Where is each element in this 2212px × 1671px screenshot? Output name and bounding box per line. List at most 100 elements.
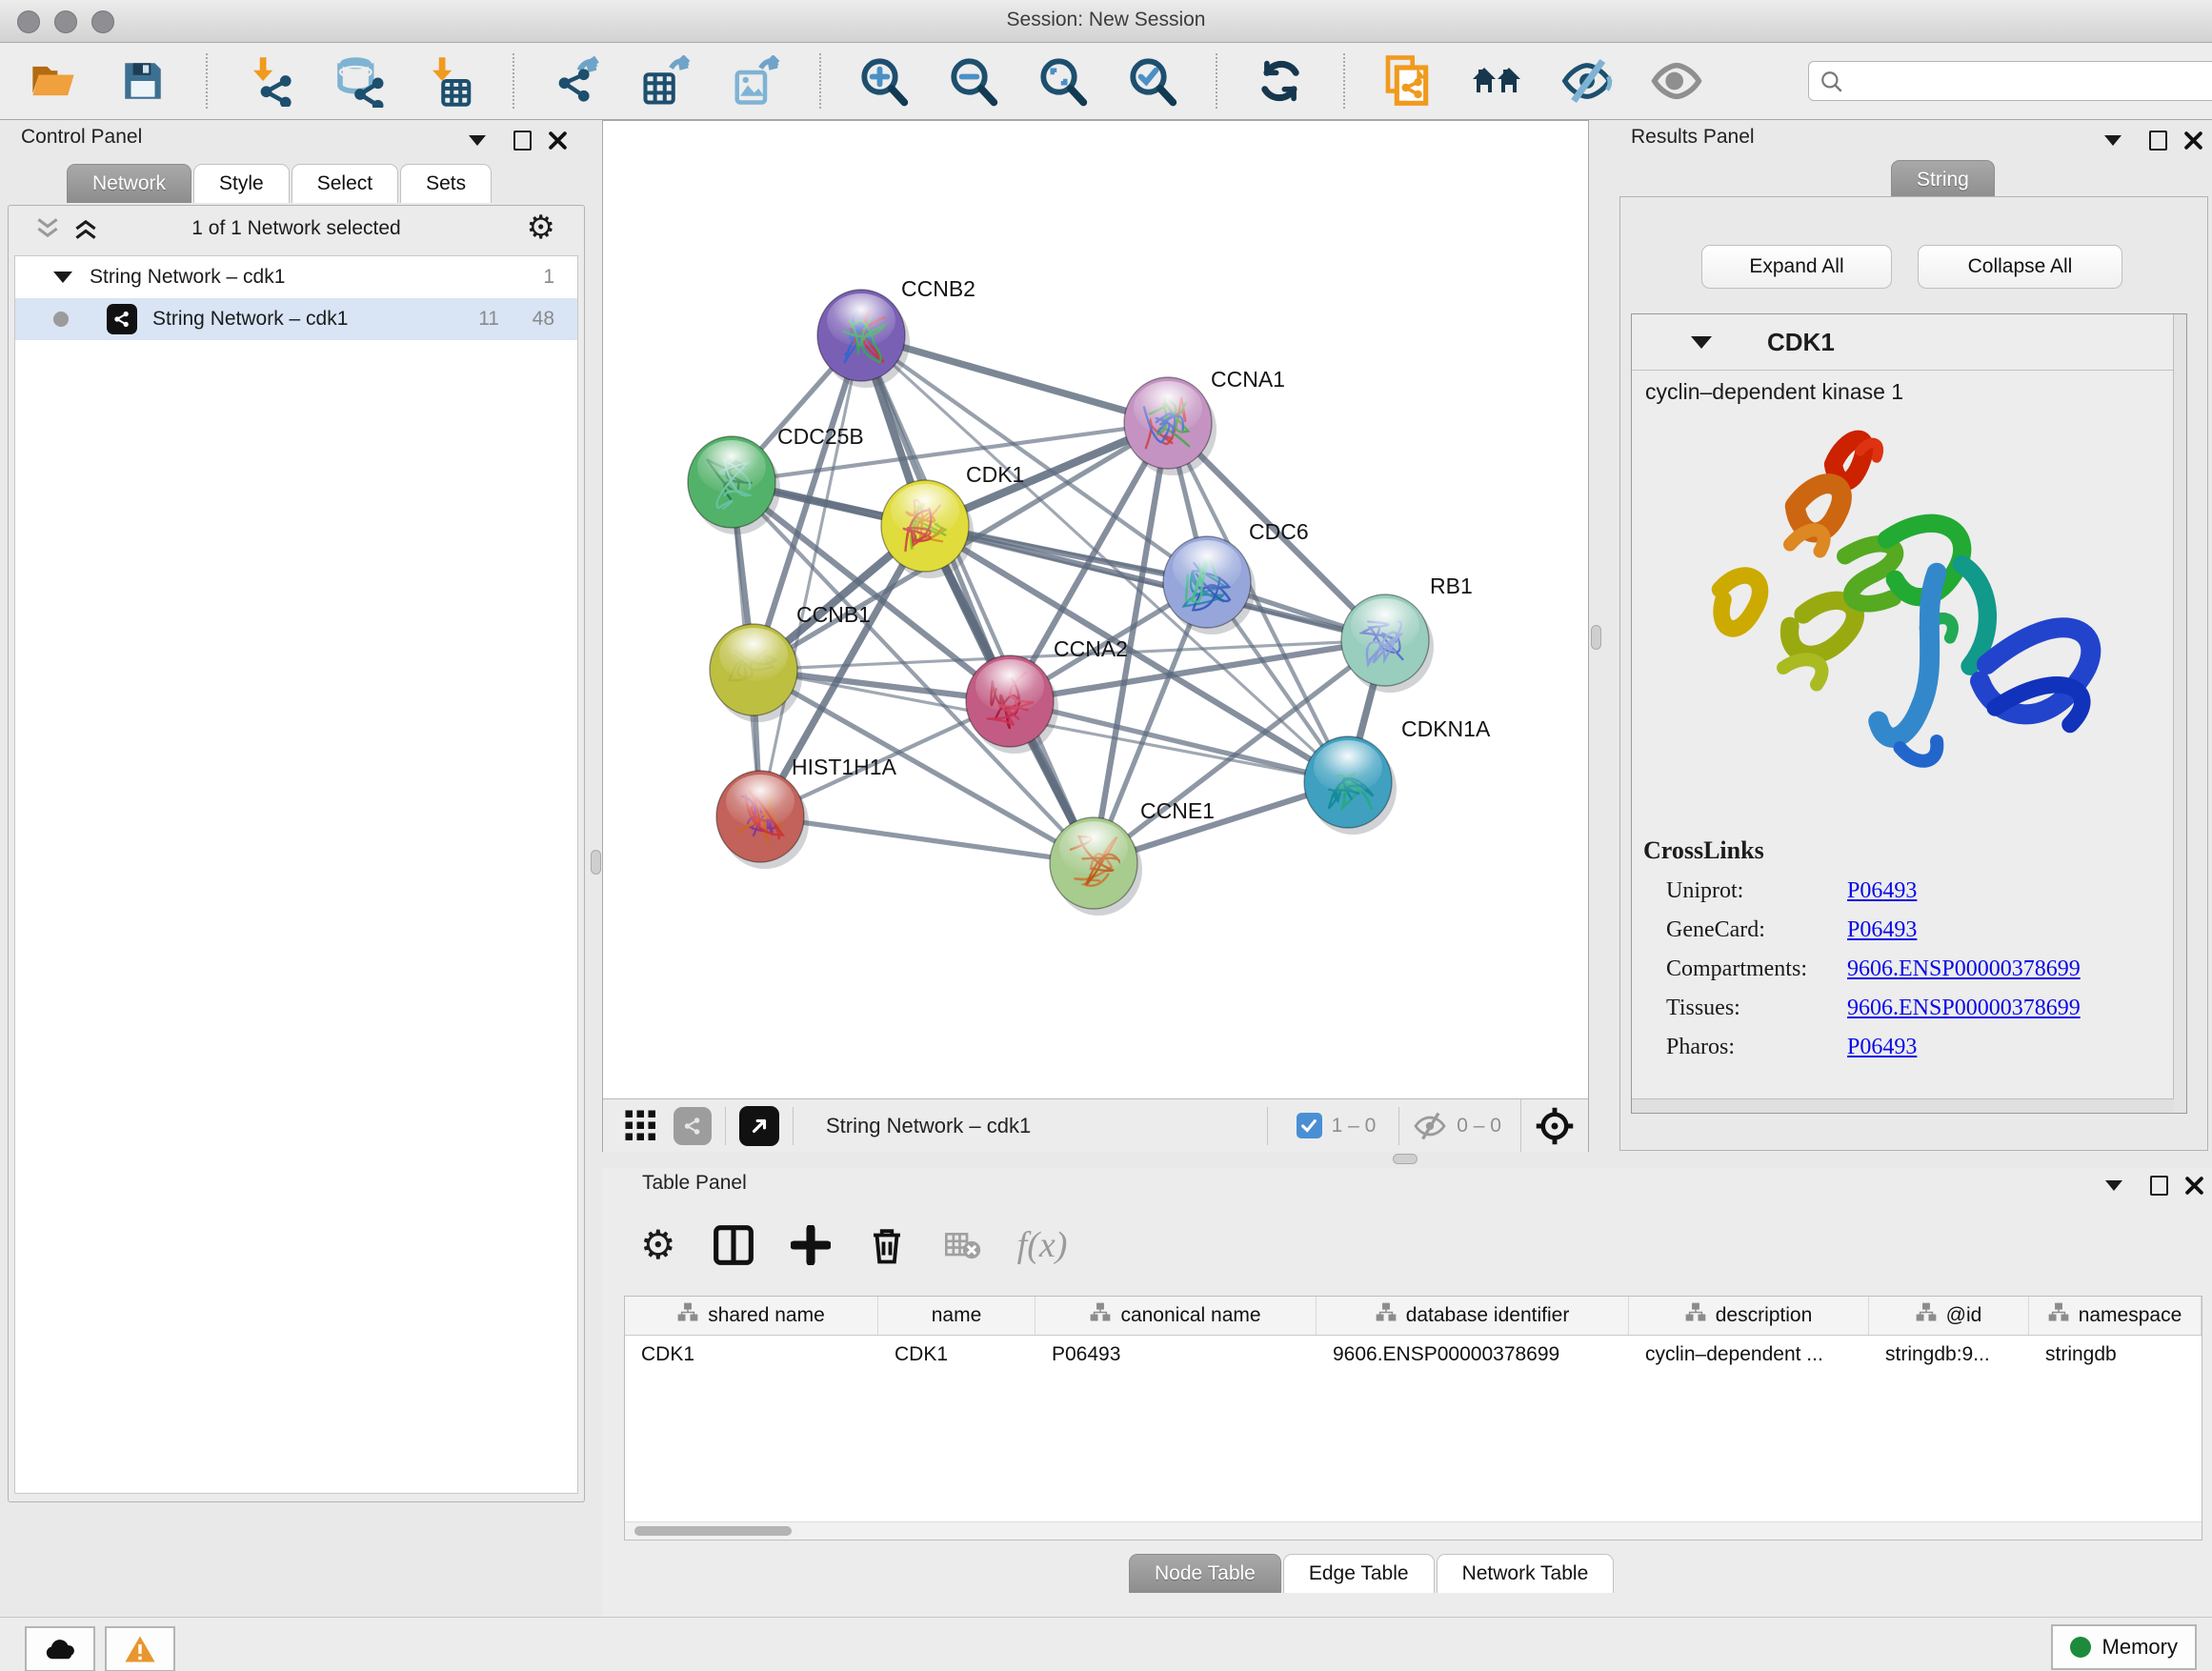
network-canvas[interactable]: CCNB2CCNA1CDC25BCDK1CDC6RB1CCNB1CCNA2CDK… <box>603 121 1588 1098</box>
fit-content-icon[interactable] <box>1535 1106 1575 1146</box>
crosslink-link[interactable]: P06493 <box>1847 1035 1917 1060</box>
network-collection-row[interactable]: String Network – cdk1 1 <box>15 256 577 298</box>
vertical-splitter-handle[interactable] <box>1591 625 1601 650</box>
column-header-@id[interactable]: @id <box>1869 1297 2029 1335</box>
selected-checkbox[interactable] <box>1297 1113 1322 1138</box>
column-header-database-identifier[interactable]: database identifier <box>1317 1297 1629 1335</box>
panel-close-icon[interactable] <box>545 128 570 152</box>
table-cell[interactable]: stringdb:9... <box>1869 1343 2029 1366</box>
cloud-button[interactable] <box>25 1626 95 1671</box>
column-header-name[interactable]: name <box>878 1297 1036 1335</box>
tab-node-table[interactable]: Node Table <box>1129 1554 1281 1593</box>
tab-select[interactable]: Select <box>292 164 398 203</box>
network-node-CDKN1A[interactable] <box>1304 736 1397 835</box>
table-cell[interactable]: CDK1 <box>625 1343 878 1366</box>
refresh-icon[interactable] <box>1254 54 1307 108</box>
search-input[interactable] <box>1808 61 2212 101</box>
table-row[interactable]: CDK1CDK1P064939606.ENSP00000378699cyclin… <box>625 1336 2202 1374</box>
network-edge[interactable] <box>861 335 1094 863</box>
tab-sets[interactable]: Sets <box>400 164 492 203</box>
panel-collapse-icon[interactable] <box>2101 1173 2126 1198</box>
results-vertical-scrollbar[interactable] <box>2173 314 2186 1113</box>
show-all-icon[interactable] <box>1650 54 1703 108</box>
zoom-fit-icon[interactable] <box>1036 54 1090 108</box>
results-horizontal-scrollbar[interactable] <box>1632 1098 2174 1113</box>
crosslink-link[interactable]: 9606.ENSP00000378699 <box>1847 996 2081 1021</box>
import-network-file-icon[interactable] <box>244 54 297 108</box>
panel-float-icon[interactable] <box>2146 1173 2171 1198</box>
panel-float-icon[interactable] <box>2145 128 2170 152</box>
column-header-namespace[interactable]: namespace <box>2029 1297 2202 1335</box>
open-session-icon[interactable] <box>27 54 80 108</box>
export-table-icon[interactable] <box>640 54 694 108</box>
collection-expand-icon[interactable] <box>53 272 72 283</box>
crosslink-link[interactable]: 9606.ENSP00000378699 <box>1847 956 2081 982</box>
home-icon[interactable] <box>1471 54 1524 108</box>
results-panel: Results Panel String Expand All Collapse… <box>1619 120 2212 1150</box>
tab-network[interactable]: Network <box>67 164 191 203</box>
column-header-shared-name[interactable]: shared name <box>625 1297 878 1335</box>
scrollbar-thumb[interactable] <box>634 1526 792 1536</box>
detach-view-icon[interactable] <box>739 1106 779 1146</box>
table-cell[interactable]: CDK1 <box>878 1343 1036 1366</box>
network-node-HIST1H1A[interactable] <box>716 771 809 869</box>
crosslink-row: GeneCard:P06493 <box>1666 917 2081 943</box>
vertical-splitter-handle[interactable] <box>591 850 601 875</box>
network-view[interactable]: CCNB2CCNA1CDC25BCDK1CDC6RB1CCNB1CCNA2CDK… <box>602 120 1589 1152</box>
network-node-CDC25B[interactable] <box>688 436 780 534</box>
network-thumbnail-icon[interactable] <box>674 1107 712 1145</box>
table-cell[interactable]: 9606.ENSP00000378699 <box>1317 1343 1629 1366</box>
network-node-CDC6[interactable] <box>1163 536 1256 634</box>
network-node-CCNA2[interactable] <box>966 655 1058 754</box>
collapse-section-icon[interactable] <box>1691 336 1712 349</box>
tab-edge-table[interactable]: Edge Table <box>1283 1554 1435 1593</box>
delete-column-icon[interactable] <box>867 1225 907 1265</box>
hide-selected-icon[interactable] <box>1560 54 1614 108</box>
panel-close-icon[interactable] <box>2182 1173 2206 1198</box>
zoom-selected-icon[interactable] <box>1126 54 1179 108</box>
table-horizontal-scrollbar[interactable] <box>625 1521 2202 1540</box>
save-session-icon[interactable] <box>116 54 170 108</box>
export-image-icon[interactable] <box>730 54 783 108</box>
memory-button[interactable]: Memory <box>2051 1624 2197 1670</box>
crosslink-link[interactable]: P06493 <box>1847 878 1917 904</box>
table-cell[interactable]: P06493 <box>1036 1343 1317 1366</box>
horizontal-splitter-handle[interactable] <box>1393 1154 1418 1164</box>
tab-style[interactable]: Style <box>193 164 290 203</box>
network-node-CCNE1[interactable] <box>1050 817 1142 916</box>
import-table-file-icon[interactable] <box>423 54 476 108</box>
import-network-database-icon[interactable] <box>333 54 387 108</box>
export-network-icon[interactable] <box>551 54 604 108</box>
crosslink-link[interactable]: P06493 <box>1847 917 1917 943</box>
string-copy-icon[interactable] <box>1381 54 1435 108</box>
tab-string[interactable]: String <box>1891 160 1995 199</box>
network-node-RB1[interactable] <box>1341 594 1434 693</box>
grid-view-icon[interactable] <box>624 1109 658 1143</box>
protein-card-header[interactable]: CDK1 <box>1632 314 2186 371</box>
delete-table-icon[interactable] <box>943 1226 981 1264</box>
create-column-icon[interactable] <box>791 1225 831 1265</box>
network-row[interactable]: String Network – cdk1 11 48 <box>15 298 577 340</box>
show-columns-icon[interactable] <box>713 1224 754 1266</box>
table-cell[interactable]: cyclin–dependent ... <box>1629 1343 1869 1366</box>
zoom-in-icon[interactable] <box>857 54 911 108</box>
network-node-CDK1[interactable] <box>881 480 974 578</box>
panel-collapse-icon[interactable] <box>465 128 490 152</box>
zoom-out-icon[interactable] <box>947 54 1000 108</box>
crosslink-label: Compartments: <box>1666 956 1847 982</box>
warnings-button[interactable] <box>105 1626 175 1671</box>
table-cell[interactable]: stringdb <box>2029 1343 2202 1366</box>
network-edge[interactable] <box>760 816 1094 863</box>
column-header-description[interactable]: description <box>1629 1297 1869 1335</box>
table-settings-gear-icon[interactable]: ⚙ <box>640 1225 676 1265</box>
expand-all-button[interactable]: Expand All <box>1701 245 1892 289</box>
tab-network-table[interactable]: Network Table <box>1437 1554 1615 1593</box>
network-node-CCNA1[interactable] <box>1124 377 1217 475</box>
panel-float-icon[interactable] <box>510 128 534 152</box>
panel-collapse-icon[interactable] <box>2101 128 2125 152</box>
column-header-canonical-name[interactable]: canonical name <box>1036 1297 1317 1335</box>
function-builder-icon[interactable]: f(x) <box>1017 1224 1068 1266</box>
gear-icon[interactable]: ⚙ <box>527 211 555 244</box>
collapse-all-button[interactable]: Collapse All <box>1918 245 2122 289</box>
panel-close-icon[interactable] <box>2181 128 2205 152</box>
